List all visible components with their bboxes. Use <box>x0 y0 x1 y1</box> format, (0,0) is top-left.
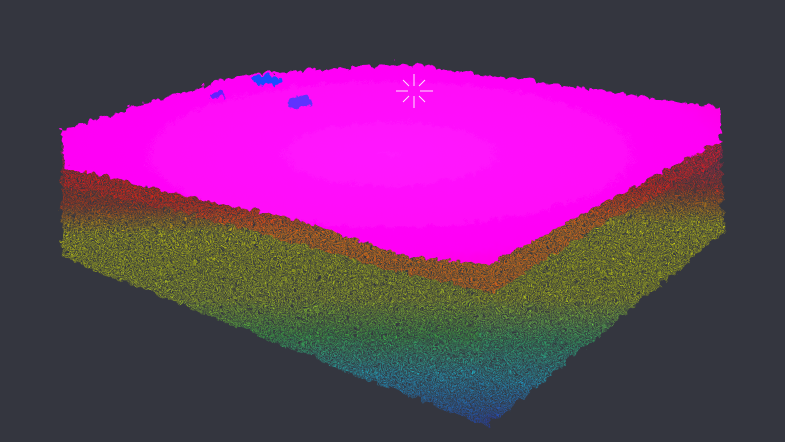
blue-patch <box>251 73 279 83</box>
blue-patch <box>207 90 223 96</box>
point-cloud-viewport[interactable] <box>0 0 785 442</box>
point-cloud-canvas[interactable] <box>0 0 785 442</box>
blue-patch <box>285 94 309 106</box>
